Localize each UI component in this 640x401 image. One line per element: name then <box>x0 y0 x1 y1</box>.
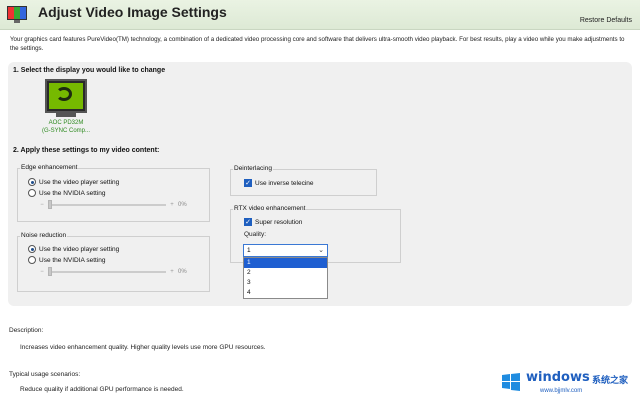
edge-slider[interactable]: − + 0% <box>38 200 187 209</box>
edge-nvidia-setting-radio[interactable]: Use the NVIDIA setting <box>28 189 105 197</box>
radio-unchecked-icon <box>28 256 36 264</box>
radio-checked-icon <box>28 178 36 186</box>
quality-option[interactable]: 1 <box>244 258 327 268</box>
super-resolution-checkbox[interactable]: ✓ Super resolution <box>244 218 302 226</box>
slider-thumb[interactable] <box>48 200 52 209</box>
display-item[interactable]: AOC PD32M (G-SYNC Comp... <box>37 79 95 135</box>
slider-track[interactable] <box>48 267 166 276</box>
quality-option[interactable]: 3 <box>244 278 327 288</box>
rtx-video-enhancement-label: RTX video enhancement <box>233 205 307 212</box>
minus-icon: − <box>40 202 44 208</box>
description-text: Increases video enhancement quality. Hig… <box>20 344 266 351</box>
watermark: windows 系统之家 www.bjjmlv.com <box>500 368 636 398</box>
deinterlacing-label: Deinterlacing <box>233 165 273 172</box>
intro-text: Your graphics card features PureVideo(TM… <box>10 36 625 52</box>
inverse-telecine-checkbox[interactable]: ✓ Use inverse telecine <box>244 179 314 187</box>
noise-slider[interactable]: − + 0% <box>38 267 187 276</box>
monitor-icon <box>45 79 87 113</box>
section-select-display-title: 1. Select the display you would like to … <box>13 67 166 74</box>
description-label: Description: <box>9 327 44 334</box>
edge-value: 0% <box>178 202 187 208</box>
slider-thumb[interactable] <box>48 267 52 276</box>
display-name-line1: AOC PD32M <box>48 120 84 126</box>
usage-text: Reduce quality if additional GPU perform… <box>20 386 184 393</box>
checkmark-icon: ✓ <box>244 218 252 226</box>
plus-icon: + <box>170 269 174 275</box>
quality-option[interactable]: 4 <box>244 288 327 298</box>
usage-label: Typical usage scenarios: <box>9 371 81 378</box>
quality-option[interactable]: 2 <box>244 268 327 278</box>
quality-dropdown-list: 1 2 3 4 <box>243 257 328 299</box>
display-name-line2: (G-SYNC Comp... <box>41 128 90 134</box>
noise-value: 0% <box>178 269 187 275</box>
quality-label: Quality: <box>244 231 267 238</box>
minus-icon: − <box>40 269 44 275</box>
edge-player-setting-radio[interactable]: Use the video player setting <box>28 178 119 186</box>
noise-nvidia-setting-radio[interactable]: Use the NVIDIA setting <box>28 256 105 264</box>
noise-reduction-label: Noise reduction <box>20 232 68 239</box>
slider-track[interactable] <box>48 200 166 209</box>
quality-select[interactable]: 1 ⌄ <box>243 244 328 257</box>
noise-player-setting-radio[interactable]: Use the video player setting <box>28 245 119 253</box>
watermark-brand: windows <box>526 370 590 385</box>
quality-selected-value: 1 <box>247 247 251 254</box>
page-title: Adjust Video Image Settings <box>38 4 227 20</box>
restore-defaults-link[interactable]: Restore Defaults <box>580 17 632 24</box>
watermark-sub: 系统之家 <box>592 375 629 385</box>
header-bar: Adjust Video Image Settings Restore Defa… <box>0 0 640 30</box>
watermark-url: www.bjjmlv.com <box>540 388 583 394</box>
windows-logo-icon <box>502 373 520 391</box>
section-apply-settings-title: 2. Apply these settings to my video cont… <box>13 147 160 154</box>
radio-checked-icon <box>28 245 36 253</box>
checkmark-icon: ✓ <box>244 179 252 187</box>
plus-icon: + <box>170 202 174 208</box>
nvidia-control-panel-icon <box>7 6 27 23</box>
radio-unchecked-icon <box>28 189 36 197</box>
chevron-down-icon: ⌄ <box>318 247 324 254</box>
edge-enhancement-label: Edge enhancement <box>20 164 79 171</box>
